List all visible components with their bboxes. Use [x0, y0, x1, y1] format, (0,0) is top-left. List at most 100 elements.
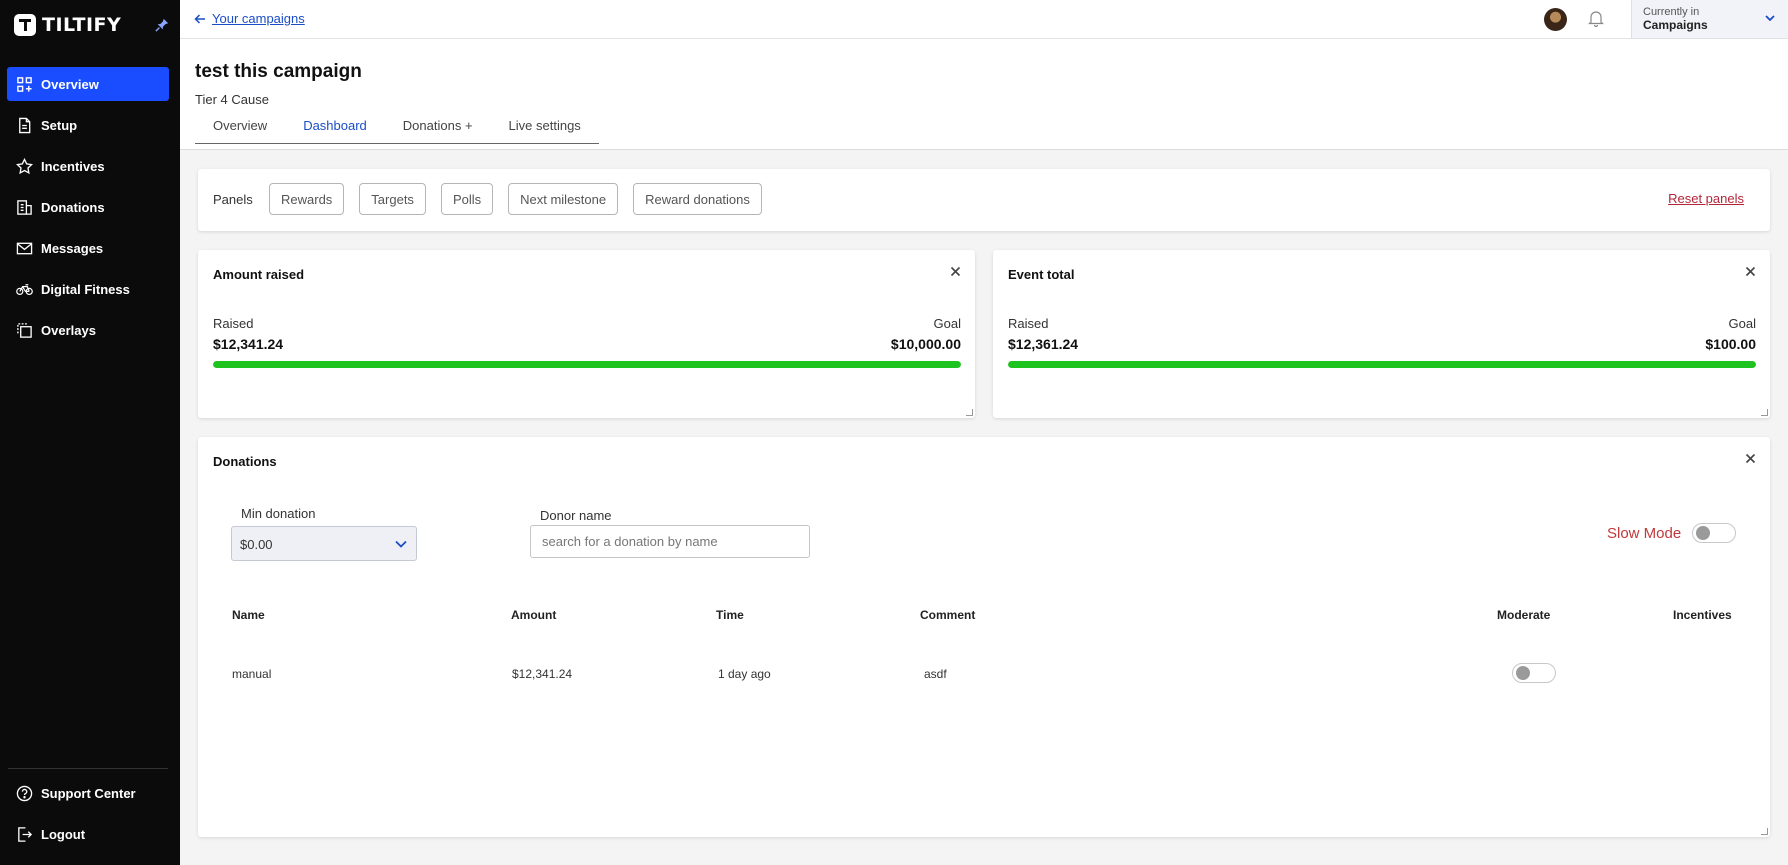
tab-live-settings[interactable]: Live settings — [491, 109, 599, 143]
column-header-time: Time — [716, 608, 744, 622]
page-header: test this campaign Tier 4 Cause Overview… — [180, 39, 1788, 150]
panel-title: Amount raised — [213, 267, 305, 282]
tab-donations[interactable]: Donations + — [385, 109, 491, 143]
top-bar: Your campaigns Currently in Campaigns — [180, 0, 1788, 39]
panel-title: Event total — [1008, 267, 1075, 282]
sidebar-item-digital-fitness[interactable]: Digital Fitness — [7, 272, 169, 306]
column-header-name: Name — [232, 608, 265, 622]
goal-label: Goal — [933, 316, 961, 331]
tab-dashboard[interactable]: Dashboard — [285, 109, 385, 143]
sidebar-divider — [8, 768, 168, 769]
overlay-icon — [17, 322, 32, 338]
progress-bar — [213, 361, 961, 368]
page-title: test this campaign — [195, 61, 362, 82]
sidebar-item-label: Setup — [41, 117, 78, 133]
goal-value: $10,000.00 — [890, 336, 961, 352]
sidebar-item-overview[interactable]: Overview — [7, 67, 169, 101]
sidebar-item-label: Digital Fitness — [41, 281, 130, 297]
targets-panel-button[interactable]: Targets — [359, 183, 426, 215]
resize-handle[interactable] — [1761, 828, 1768, 835]
grid-icon — [17, 76, 32, 92]
reset-panels-link[interactable]: Reset panels — [1668, 191, 1744, 206]
donor-name-search-input[interactable] — [530, 525, 810, 558]
reward-donations-panel-button[interactable]: Reward donations — [633, 183, 762, 215]
document-icon — [19, 117, 31, 133]
toggle-knob — [1516, 666, 1530, 680]
panels-label: Panels — [213, 192, 253, 207]
back-link-label: Your campaigns — [212, 11, 305, 26]
goal-value: $100.00 — [1705, 336, 1756, 352]
sidebar-nav: Overview Setup Incentives Donations Mess… — [7, 67, 169, 354]
progress-fill — [213, 361, 961, 368]
column-header-incentives: Incentives — [1673, 608, 1732, 622]
sidebar: TILTIFY Overview Setup Incentives Donati… — [0, 0, 180, 865]
logo-icon — [14, 14, 36, 36]
logo-text: TILTIFY — [42, 14, 122, 36]
sidebar-item-messages[interactable]: Messages — [7, 231, 169, 265]
tiltify-logo[interactable]: TILTIFY — [14, 14, 121, 36]
polls-panel-button[interactable]: Polls — [440, 183, 494, 215]
sidebar-item-donations[interactable]: Donations — [7, 190, 169, 224]
chevron-down-icon — [1765, 15, 1775, 22]
donor-name-cell: manual — [232, 667, 272, 681]
column-header-moderate: Moderate — [1497, 608, 1551, 622]
sidebar-item-incentives[interactable]: Incentives — [7, 149, 169, 183]
donation-icon — [17, 199, 32, 215]
sidebar-item-label: Support Center — [41, 785, 136, 801]
sidebar-item-label: Messages — [41, 240, 104, 256]
chevron-down-icon — [395, 540, 407, 548]
pin-icon[interactable] — [155, 18, 169, 32]
amount-cell: $12,341.24 — [512, 667, 573, 681]
star-icon — [16, 157, 33, 174]
sidebar-item-support-center[interactable]: Support Center — [7, 776, 169, 810]
back-to-campaigns-link[interactable]: Your campaigns — [194, 11, 305, 26]
raised-value: $12,341.24 — [213, 336, 284, 352]
help-icon — [16, 785, 33, 801]
arrow-left-icon — [194, 13, 205, 24]
close-icon[interactable] — [1745, 453, 1756, 464]
raised-label: Raised — [213, 316, 254, 331]
logout-icon — [18, 826, 33, 842]
context-switcher[interactable]: Currently in Campaigns — [1631, 0, 1788, 38]
panel-buttons: Rewards Targets Polls Next milestone Rew… — [269, 183, 762, 215]
next-milestone-panel-button[interactable]: Next milestone — [508, 183, 619, 215]
amount-raised-panel: Amount raised Raised Goal $12,341.24 $10… — [198, 250, 975, 418]
sidebar-bottom-nav: Support Center Logout — [7, 776, 169, 858]
event-total-panel: Event total Raised Goal $12,361.24 $100.… — [993, 250, 1770, 418]
min-donation-select[interactable]: $0.00 — [231, 526, 417, 561]
avatar[interactable] — [1544, 8, 1567, 31]
donations-panel: Donations Min donation $0.00 Donor name … — [198, 437, 1770, 837]
sidebar-item-overlays[interactable]: Overlays — [7, 313, 169, 347]
tab-bar: Overview Dashboard Donations + Live sett… — [195, 109, 599, 144]
raised-label: Raised — [1008, 316, 1049, 331]
min-donation-value: $0.00 — [240, 537, 273, 552]
min-donation-label: Min donation — [241, 506, 316, 521]
sidebar-item-setup[interactable]: Setup — [7, 108, 169, 142]
resize-handle[interactable] — [1761, 409, 1768, 416]
goal-label: Goal — [1728, 316, 1756, 331]
slow-mode-label: Slow Mode — [1607, 525, 1682, 542]
toggle-knob — [1696, 526, 1710, 540]
column-header-comment: Comment — [920, 608, 976, 622]
moderate-toggle[interactable] — [1512, 663, 1556, 683]
resize-handle[interactable] — [966, 409, 973, 416]
tab-overview[interactable]: Overview — [195, 109, 285, 143]
mail-icon — [16, 242, 33, 254]
page-subtitle: Tier 4 Cause — [195, 92, 269, 107]
slow-mode-toggle[interactable] — [1692, 523, 1736, 543]
bicycle-icon — [16, 283, 33, 295]
raised-value: $12,361.24 — [1008, 336, 1079, 352]
close-icon[interactable] — [1745, 266, 1756, 277]
progress-fill — [1008, 361, 1756, 368]
bell-icon[interactable] — [1588, 9, 1604, 27]
rewards-panel-button[interactable]: Rewards — [269, 183, 345, 215]
sidebar-item-label: Overlays — [41, 322, 96, 338]
close-icon[interactable] — [950, 266, 961, 277]
donor-name-label: Donor name — [540, 508, 612, 523]
time-cell: 1 day ago — [718, 667, 771, 681]
sidebar-item-logout[interactable]: Logout — [7, 817, 169, 851]
progress-bar — [1008, 361, 1756, 368]
sidebar-item-label: Incentives — [41, 158, 105, 174]
panels-toolbar: Panels Rewards Targets Polls Next milest… — [198, 169, 1770, 231]
sidebar-item-label: Donations — [41, 199, 105, 215]
